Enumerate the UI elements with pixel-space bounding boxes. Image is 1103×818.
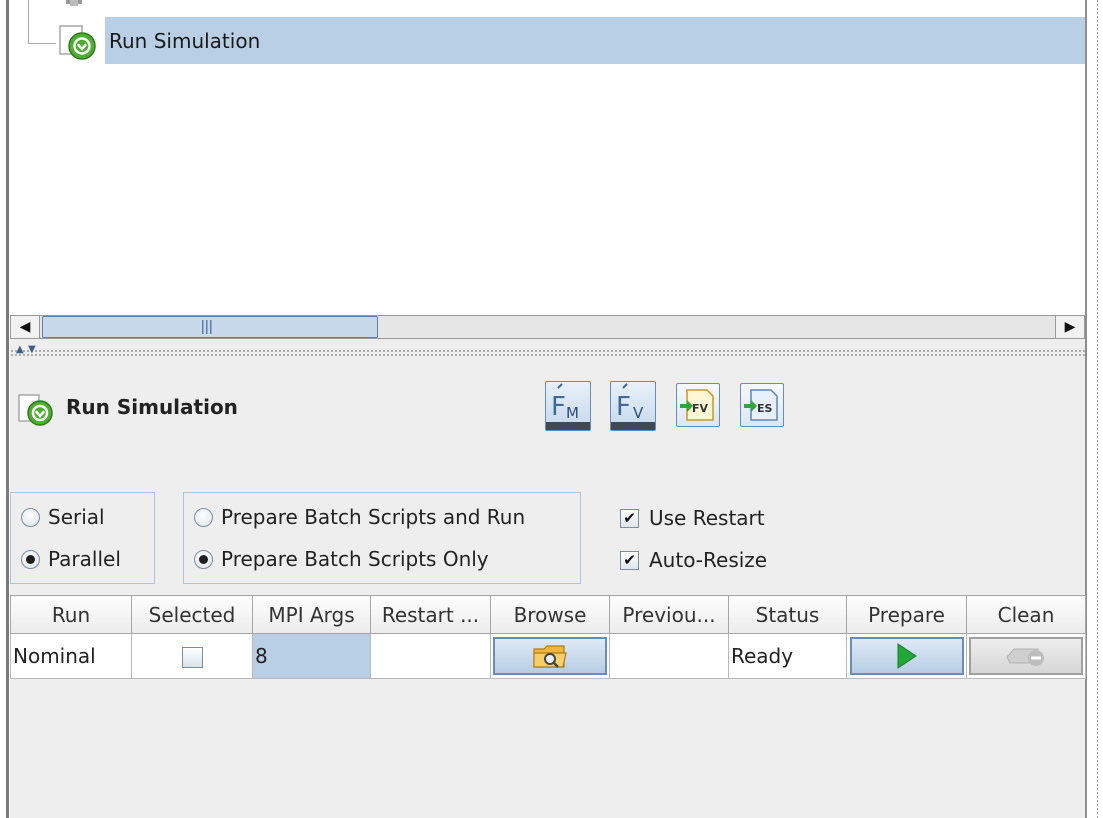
folder-search-icon — [533, 645, 567, 668]
clean-cell[interactable] — [966, 633, 1086, 679]
split-pane-divider[interactable] — [10, 342, 1085, 362]
fv-icon: F V — [611, 383, 655, 430]
column-header-run[interactable]: Run — [10, 595, 132, 634]
serial-radio-button[interactable] — [21, 507, 40, 527]
svg-text:FV: FV — [692, 402, 709, 415]
auto-resize-check[interactable]: ✔ — [620, 550, 639, 570]
tree-parent-node-icon — [66, 0, 82, 6]
export-fv-icon: FV — [680, 389, 714, 421]
serial-label: Serial — [48, 505, 105, 529]
prepare-only-radio-button[interactable] — [194, 549, 213, 569]
panel-title: Run Simulation — [66, 395, 238, 419]
arrow-left-icon: ◀ — [19, 319, 31, 335]
use-restart-label: Use Restart — [649, 506, 765, 530]
prepare-and-run-radio-button[interactable] — [194, 507, 213, 527]
browse-button[interactable] — [493, 637, 607, 675]
column-header-browse[interactable]: Browse — [490, 595, 610, 634]
fm-button[interactable]: F M — [545, 381, 591, 431]
column-header-previous[interactable]: Previou... — [609, 595, 729, 634]
browse-cell[interactable] — [490, 633, 610, 679]
play-icon — [897, 643, 917, 669]
export-es-icon: ES — [744, 389, 778, 421]
row-select-checkbox[interactable] — [181, 647, 203, 668]
prepare-button[interactable] — [849, 637, 964, 675]
export-fv-button[interactable]: FV — [676, 383, 720, 427]
status-cell[interactable]: Ready — [728, 633, 847, 679]
prepare-cell[interactable] — [846, 633, 967, 679]
svg-text:ES: ES — [757, 402, 773, 415]
collapse-up-icon[interactable]: ▲ — [16, 344, 24, 355]
window-right-border — [1085, 0, 1103, 818]
svg-text:F: F — [616, 392, 631, 422]
svg-text:V: V — [633, 404, 644, 422]
window-left-border — [0, 0, 10, 818]
fm-icon: F M — [546, 383, 590, 430]
selected-cell[interactable] — [131, 633, 253, 679]
parallel-radio[interactable]: Parallel — [21, 547, 121, 571]
auto-resize-checkbox[interactable]: ✔ Auto-Resize — [620, 548, 767, 572]
column-header-prepare[interactable]: Prepare — [846, 595, 967, 634]
run-simulation-icon — [18, 394, 53, 426]
svg-text:M: M — [566, 404, 579, 422]
restart-cell[interactable] — [370, 633, 491, 679]
arrow-right-icon: ▶ — [1064, 319, 1076, 335]
tree-item-label: Run Simulation — [109, 29, 261, 53]
clean-button[interactable] — [969, 637, 1083, 675]
tree-connector — [28, 0, 29, 44]
run-simulation-node-icon — [59, 25, 96, 60]
column-header-selected[interactable]: Selected — [131, 595, 253, 634]
column-header-clean[interactable]: Clean — [966, 595, 1086, 634]
previous-cell[interactable] — [609, 633, 729, 679]
parallel-label: Parallel — [48, 547, 121, 571]
run-cell[interactable]: Nominal — [10, 633, 132, 679]
prepare-only-label: Prepare Batch Scripts Only — [221, 547, 489, 571]
prepare-only-radio[interactable]: Prepare Batch Scripts Only — [194, 547, 489, 571]
serial-radio[interactable]: Serial — [21, 505, 105, 529]
scroll-right-button[interactable]: ▶ — [1055, 315, 1085, 339]
svg-text:F: F — [551, 392, 566, 422]
use-restart-check[interactable]: ✔ — [620, 508, 639, 528]
mpi-args-cell[interactable]: 8 — [252, 633, 371, 679]
export-es-button[interactable]: ES — [740, 383, 784, 427]
auto-resize-label: Auto-Resize — [649, 548, 768, 572]
parallel-radio-button[interactable] — [21, 549, 40, 569]
scroll-left-button[interactable]: ◀ — [10, 315, 40, 339]
fv-button[interactable]: F V — [610, 381, 656, 431]
column-header-status[interactable]: Status — [728, 595, 847, 634]
grip-icon — [202, 320, 212, 334]
table-row[interactable]: Nominal 8 Ready — [10, 633, 1086, 679]
eraser-icon — [1006, 648, 1044, 666]
prepare-and-run-radio[interactable]: Prepare Batch Scripts and Run — [194, 505, 525, 529]
runs-table: Run Selected MPI Args Restart ... Browse… — [10, 595, 1086, 679]
collapse-down-icon[interactable]: ▼ — [28, 344, 36, 355]
use-restart-checkbox[interactable]: ✔ Use Restart — [620, 506, 765, 530]
column-header-mpi-args[interactable]: MPI Args — [252, 595, 371, 634]
prepare-and-run-label: Prepare Batch Scripts and Run — [221, 505, 526, 529]
tree-connector — [28, 43, 56, 44]
column-header-restart[interactable]: Restart ... — [370, 595, 491, 634]
